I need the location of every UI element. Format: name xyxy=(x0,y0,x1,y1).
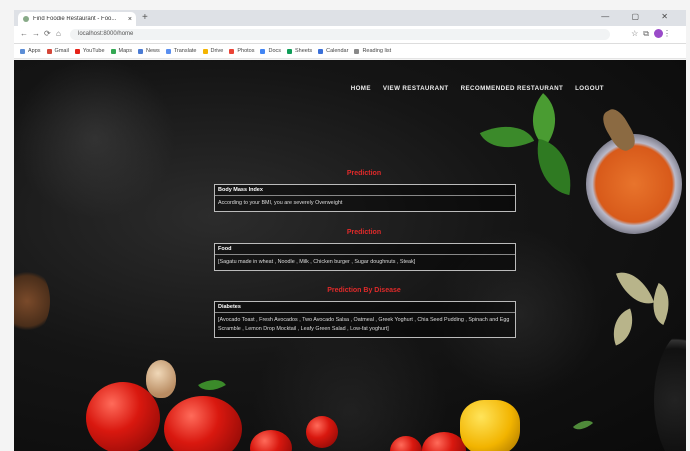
main-nav: HOME VIEW RESTAURANT RECOMMENDED RESTAUR… xyxy=(351,85,604,92)
extensions-icon[interactable]: ⧉ xyxy=(643,29,654,38)
forward-arrow-icon[interactable]: → xyxy=(32,29,40,38)
bookmark-favicon-icon xyxy=(46,48,52,54)
new-tab-button[interactable]: + xyxy=(142,12,148,23)
bookmark-label: Docs xyxy=(268,48,281,54)
bookmark-favicon-icon xyxy=(165,48,171,54)
address-bar[interactable]: localhost:8000/home xyxy=(70,29,610,40)
menu-icon[interactable]: ⋮ xyxy=(663,29,676,38)
tomato-image xyxy=(306,416,338,448)
bookmark-label: News xyxy=(146,48,160,54)
bookmark-label: Photos xyxy=(237,48,255,54)
browser-tab-bar: Find Foodie Restaurant - Foo... × + — ▢ … xyxy=(14,10,686,26)
bookmarks-bar: Apps Gmail YouTube Maps News Translate Drive Ph… xyxy=(14,44,686,59)
bookmark-favicon-icon xyxy=(20,48,25,54)
disease-prediction-title: Prediction By Disease xyxy=(327,287,401,294)
tab-title: Find Foodie Restaurant - Foo... xyxy=(33,16,117,22)
bookmark-favicon-icon xyxy=(354,48,360,54)
bookmark-favicon-icon xyxy=(318,48,324,54)
card-header: Body Mass Index xyxy=(215,185,515,196)
garlic-image xyxy=(146,360,176,398)
bookmark-label: Reading list xyxy=(362,48,392,54)
bookmark-favicon-icon xyxy=(287,48,292,54)
bookmark-item[interactable]: YouTube xyxy=(74,48,105,54)
card-header: Food xyxy=(215,244,515,255)
yellow-pepper-image xyxy=(460,400,520,451)
bookmark-label: Gmail xyxy=(54,48,69,54)
home-icon[interactable]: ⌂ xyxy=(56,29,61,38)
tomato-image xyxy=(86,382,160,451)
bookmark-favicon-icon xyxy=(138,48,143,54)
nav-recommended-restaurant[interactable]: RECOMMENDED RESTAURANT xyxy=(461,85,564,92)
card-body: [Sagatu made in wheat , Noodle , Milk , … xyxy=(218,259,416,265)
food-prediction-card: Food [Sagatu made in wheat , Noodle , Mi… xyxy=(214,243,516,271)
web-page: HOME VIEW RESTAURANT RECOMMENDED RESTAUR… xyxy=(14,60,686,451)
site-favicon-icon xyxy=(23,16,29,22)
back-arrow-icon[interactable]: ← xyxy=(20,29,28,38)
food-prediction-title: Prediction xyxy=(346,229,382,236)
bookmark-label: Translate xyxy=(173,48,197,54)
close-tab-icon[interactable]: × xyxy=(128,16,132,23)
bookmark-item[interactable]: Calendar xyxy=(318,48,348,54)
card-header: Diabetes xyxy=(215,302,515,313)
bookmark-label: Drive xyxy=(210,48,224,54)
bookmark-item[interactable]: Drive xyxy=(202,48,224,54)
nav-home[interactable]: HOME xyxy=(351,85,371,92)
nav-logout[interactable]: LOGOUT xyxy=(575,85,604,92)
lentil-bowl-image xyxy=(586,134,682,234)
bookmark-item[interactable]: Reading list xyxy=(354,48,391,54)
reload-icon[interactable]: ⟳ xyxy=(44,29,51,38)
bookmark-item[interactable]: Translate xyxy=(165,48,197,54)
bookmark-label: YouTube xyxy=(82,48,105,54)
browser-toolbar: ← → ⟳ ⌂ localhost:8000/home ☆⧉ ⋮ xyxy=(14,26,686,44)
bmi-prediction-card: Body Mass Index According to your BMI, y… xyxy=(214,184,516,212)
bookmark-favicon-icon xyxy=(260,48,266,54)
window-controls[interactable]: — ▢ ✕ xyxy=(601,12,678,21)
bookmark-item[interactable]: Maps xyxy=(110,48,132,54)
bookmark-favicon-icon xyxy=(74,48,80,54)
bookmark-item[interactable]: Sheets xyxy=(287,48,312,54)
bookmark-favicon-icon xyxy=(229,48,235,54)
card-body: According to your BMI, you are severely … xyxy=(218,200,343,206)
bookmark-label: Sheets xyxy=(295,48,313,54)
bookmark-label: Apps xyxy=(28,48,41,54)
nav-view-restaurant[interactable]: VIEW RESTAURANT xyxy=(383,85,449,92)
bookmark-label: Maps xyxy=(118,48,132,54)
browser-tab[interactable]: Find Foodie Restaurant - Foo... × xyxy=(18,12,136,26)
bookmark-item[interactable]: Apps xyxy=(20,48,41,54)
browser-tools: ☆⧉ ⋮ xyxy=(631,29,676,39)
avatar[interactable] xyxy=(654,29,663,39)
bookmark-favicon-icon xyxy=(110,48,116,54)
bookmark-item[interactable]: Photos xyxy=(229,48,254,54)
star-icon[interactable]: ☆ xyxy=(631,29,643,38)
bookmark-item[interactable]: News xyxy=(138,48,160,54)
bookmark-favicon-icon xyxy=(202,48,208,54)
card-body: [Avocado Toast , Fresh Avocados , Two Av… xyxy=(218,317,510,332)
bookmark-label: Calendar xyxy=(326,48,349,54)
bmi-prediction-title: Prediction xyxy=(346,170,382,177)
disease-prediction-card: Diabetes [Avocado Toast , Fresh Avocados… xyxy=(214,301,516,338)
bookmark-item[interactable]: Gmail xyxy=(46,48,69,54)
bookmark-item[interactable]: Docs xyxy=(260,48,281,54)
